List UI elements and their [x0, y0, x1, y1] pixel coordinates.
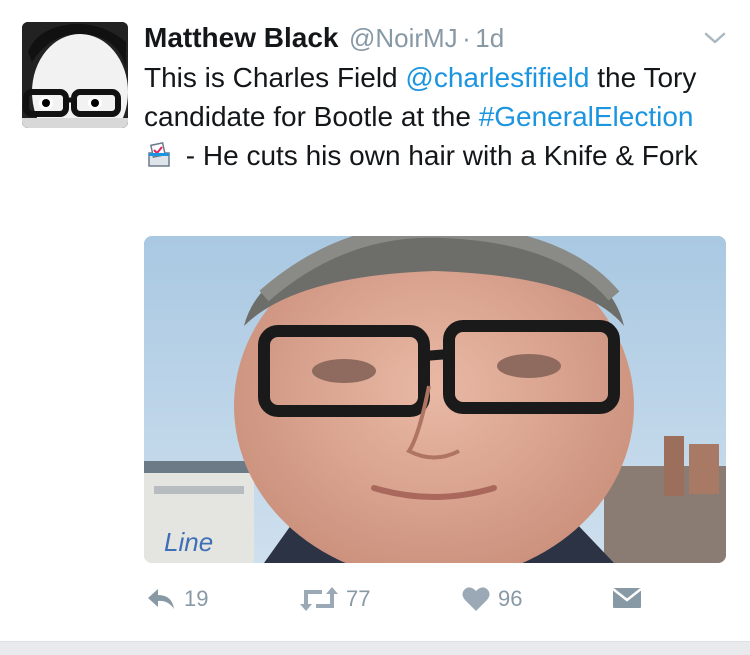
timestamp[interactable]: 1d [475, 23, 504, 53]
like-button[interactable]: 96 [462, 586, 522, 612]
reply-button[interactable]: 19 [146, 586, 208, 612]
reply-icon [148, 589, 174, 609]
envelope-icon [612, 588, 642, 608]
author-name[interactable]: Matthew Black [144, 22, 339, 53]
author-handle[interactable]: @NoirMJ [349, 23, 458, 53]
tweet-actions: 19 77 96 [144, 586, 744, 622]
avatar[interactable] [22, 22, 128, 128]
retweet-count: 77 [346, 586, 371, 611]
tweet-header: Matthew Black @NoirMJ · 1d [144, 20, 504, 61]
direct-message-button[interactable] [612, 586, 642, 610]
hashtag-link[interactable]: #GeneralElection [479, 101, 694, 132]
tweet-photo[interactable]: Line [144, 236, 726, 563]
separator: · [462, 23, 471, 53]
heart-icon [462, 587, 490, 611]
tweet-text-part: - He cuts his own hair with a Knife & Fo… [178, 140, 698, 171]
like-count: 96 [498, 586, 523, 611]
reply-count: 19 [184, 586, 209, 611]
bottom-divider [0, 641, 750, 655]
chevron-down-icon[interactable] [703, 30, 727, 46]
retweet-button[interactable]: 77 [300, 586, 370, 612]
ballot-box-icon [146, 139, 172, 178]
photo-image: Line [144, 236, 726, 563]
tweet-text-part: This is Charles Field [144, 62, 406, 93]
retweet-icon [300, 587, 338, 611]
avatar-image [22, 22, 128, 128]
mention-link[interactable]: @charlesfifield [405, 62, 589, 93]
tweet-text: This is Charles Field @charlesfifield th… [144, 58, 704, 178]
svg-text:Line: Line [164, 527, 213, 557]
